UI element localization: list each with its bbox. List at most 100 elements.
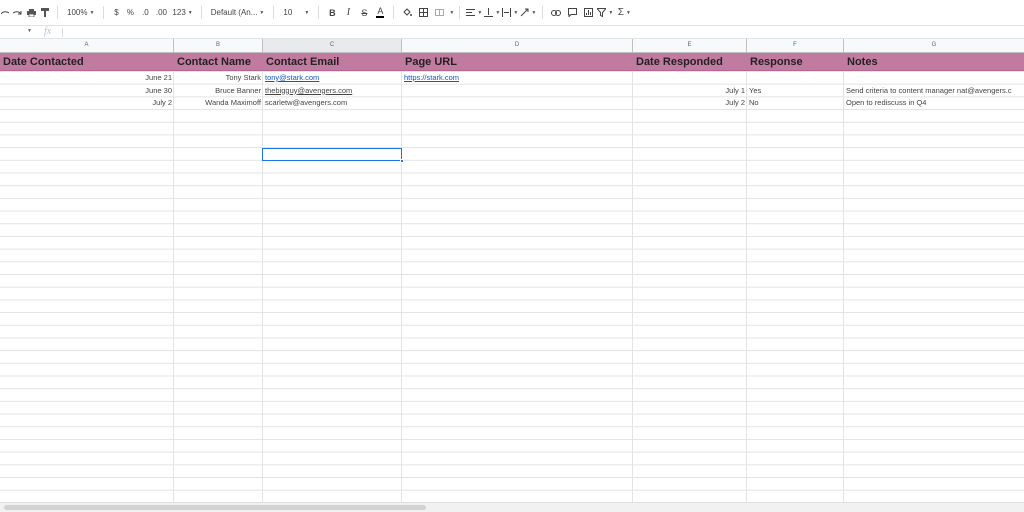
- formula-input[interactable]: [66, 26, 1024, 38]
- header-cell[interactable]: Date Responded: [633, 53, 747, 71]
- header-row: Date Contacted Contact Name Contact Emai…: [0, 53, 1024, 71]
- print-icon[interactable]: [24, 5, 38, 21]
- zoom-select[interactable]: 100% ▼: [63, 5, 98, 21]
- toolbar-divider: [318, 6, 320, 19]
- toolbar-divider: [459, 6, 461, 19]
- table-row: June 30 Bruce Banner thebigguy@avengers.…: [0, 85, 1024, 98]
- percent-format-button[interactable]: %: [123, 5, 137, 21]
- vertical-align-icon[interactable]: ▼: [483, 5, 501, 21]
- gridline: [843, 53, 844, 502]
- date-responded-cell[interactable]: July 1: [633, 85, 747, 98]
- insert-comment-icon[interactable]: [564, 5, 580, 21]
- table-row: July 2 Wanda Maximoff scarletw@avengers.…: [0, 97, 1024, 110]
- column-header-e[interactable]: E: [633, 39, 747, 52]
- notes-cell[interactable]: Open to rediscuss in Q4: [844, 97, 1024, 110]
- chevron-down-icon[interactable]: ▼: [449, 10, 454, 16]
- fx-icon: fx: [44, 26, 52, 37]
- notes-cell[interactable]: Send criteria to content manager nat@ave…: [844, 85, 1024, 98]
- text-wrapping-icon[interactable]: ▼: [501, 5, 519, 21]
- font-family-select[interactable]: Default (An... ▼: [207, 5, 269, 21]
- bold-button[interactable]: B: [324, 5, 340, 21]
- contact-email-cell[interactable]: thebigguy@avengers.com: [263, 85, 402, 98]
- header-cell[interactable]: Page URL: [402, 53, 633, 71]
- borders-icon[interactable]: [415, 5, 431, 21]
- chevron-down-icon: ▼: [259, 9, 265, 16]
- column-header-c[interactable]: C: [263, 39, 402, 52]
- formula-bar: ▼ fx: [0, 25, 1024, 39]
- column-header-g[interactable]: G: [844, 39, 1024, 52]
- header-cell[interactable]: Contact Email: [263, 53, 402, 71]
- page-url-link[interactable]: https://stark.com: [402, 72, 633, 85]
- contact-name-cell[interactable]: Tony Stark: [174, 72, 263, 85]
- column-header-a[interactable]: A: [0, 39, 174, 52]
- scrollbar-thumb[interactable]: [4, 505, 426, 510]
- date-contacted-cell[interactable]: July 2: [0, 97, 174, 110]
- functions-button[interactable]: Σ ▼: [614, 5, 634, 21]
- page-url-cell[interactable]: [402, 97, 633, 110]
- strikethrough-button[interactable]: S: [356, 5, 372, 21]
- date-responded-cell[interactable]: July 2: [633, 97, 747, 110]
- contact-email-link[interactable]: tony@stark.com: [263, 72, 402, 85]
- contact-name-cell[interactable]: Bruce Banner: [174, 85, 263, 98]
- name-box[interactable]: ▼: [0, 26, 36, 38]
- toolbar-divider: [393, 6, 395, 19]
- chevron-down-icon: ▼: [27, 28, 32, 34]
- column-header-b[interactable]: B: [174, 39, 263, 52]
- selected-cell[interactable]: [262, 148, 404, 163]
- sum-icon: Σ: [617, 7, 624, 18]
- cell-grid[interactable]: Date Contacted Contact Name Contact Emai…: [0, 53, 1024, 502]
- text-color-label: A: [376, 6, 385, 18]
- fill-handle[interactable]: [400, 159, 404, 163]
- gridline: [632, 53, 633, 502]
- toolbar: 100% ▼ $ % .0 .00 123 ▼ Default (An... ▼…: [0, 0, 1024, 25]
- currency-format-button[interactable]: $: [109, 5, 123, 21]
- zoom-value: 100%: [67, 8, 88, 17]
- horizontal-align-icon[interactable]: ▼: [465, 5, 483, 21]
- toolbar-divider: [273, 6, 275, 19]
- column-header-f[interactable]: F: [747, 39, 844, 52]
- formula-divider: [62, 28, 63, 37]
- paint-format-icon[interactable]: [38, 5, 52, 21]
- horizontal-scrollbar[interactable]: [0, 502, 1024, 512]
- font-size-value: 10: [283, 8, 293, 17]
- date-contacted-cell[interactable]: June 30: [0, 85, 174, 98]
- text-color-button[interactable]: A: [372, 5, 388, 21]
- contact-name-cell[interactable]: Wanda Maximoff: [174, 97, 263, 110]
- insert-chart-icon[interactable]: [580, 5, 596, 21]
- notes-cell[interactable]: [844, 72, 1024, 85]
- toolbar-divider: [103, 6, 105, 19]
- response-cell[interactable]: [747, 72, 844, 85]
- increase-decimals-button[interactable]: .00: [153, 5, 169, 21]
- header-cell[interactable]: Notes: [844, 53, 1024, 71]
- gridline: [746, 53, 747, 502]
- column-headers: A B C D E F G: [0, 39, 1024, 53]
- header-cell[interactable]: Date Contacted: [0, 53, 174, 71]
- gridline: [262, 53, 263, 502]
- text-rotation-icon[interactable]: ▼: [519, 5, 537, 21]
- response-cell[interactable]: Yes: [747, 85, 844, 98]
- column-header-d[interactable]: D: [402, 39, 633, 52]
- toolbar-divider: [57, 6, 58, 19]
- more-formats-button[interactable]: 123 ▼: [169, 5, 195, 21]
- italic-button[interactable]: I: [340, 5, 356, 21]
- chevron-down-icon: ▼: [89, 9, 95, 16]
- filter-icon[interactable]: ▼: [596, 5, 614, 21]
- toolbar-divider: [542, 6, 544, 19]
- page-url-cell[interactable]: [402, 85, 633, 98]
- header-cell[interactable]: Response: [747, 53, 844, 71]
- date-contacted-cell[interactable]: June 21: [0, 72, 174, 85]
- merge-cells-icon[interactable]: [431, 5, 447, 21]
- fill-color-icon[interactable]: [399, 5, 415, 21]
- insert-link-icon[interactable]: [548, 5, 564, 21]
- response-cell[interactable]: No: [747, 97, 844, 110]
- font-size-select[interactable]: 10 ▼: [279, 5, 313, 21]
- contact-email-cell[interactable]: scarletw@avengers.com: [263, 97, 402, 110]
- toolbar-divider: [200, 6, 202, 19]
- chevron-down-icon: ▼: [304, 9, 310, 16]
- more-formats-label: 123: [172, 8, 186, 17]
- date-responded-cell[interactable]: [633, 72, 747, 85]
- redo-icon[interactable]: [10, 5, 24, 21]
- undo-icon[interactable]: [0, 5, 10, 21]
- decrease-decimals-button[interactable]: .0: [137, 5, 153, 21]
- header-cell[interactable]: Contact Name: [174, 53, 263, 71]
